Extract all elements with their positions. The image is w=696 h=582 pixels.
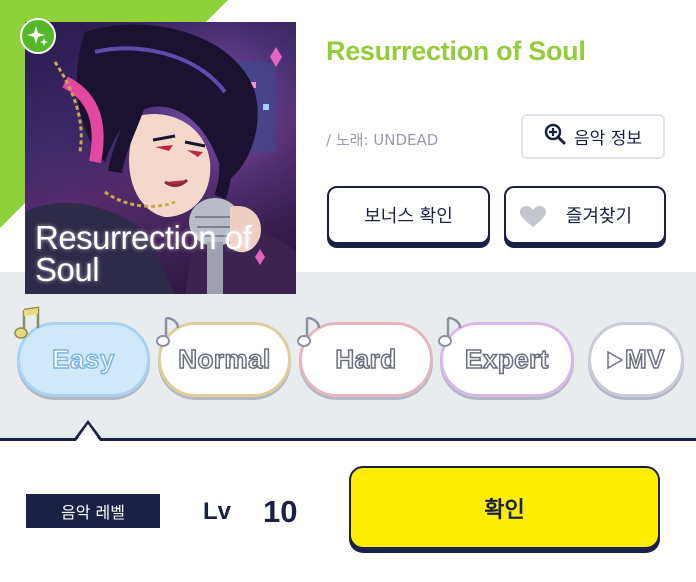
favorite-button[interactable]: 즐겨찾기 — [504, 186, 666, 244]
sparkle-icon — [20, 18, 56, 54]
confirm-label: 확인 — [484, 497, 525, 523]
confirm-button[interactable]: 확인 — [349, 466, 660, 549]
level-value: 10 — [263, 494, 298, 529]
song-jacket: Resurrection of Soul — [25, 22, 296, 294]
difficulty-expert-label: Expert — [464, 343, 549, 375]
difficulty-hard-label: Hard — [335, 343, 397, 375]
level-prefix: Lv — [203, 498, 232, 525]
mv-label: MV — [624, 343, 665, 375]
favorite-label: 즐겨찾기 — [565, 206, 633, 227]
music-note-icon — [297, 316, 321, 347]
magnifier-plus-icon — [544, 123, 566, 150]
music-note-icon — [156, 316, 180, 347]
difficulty-normal-label: Normal — [177, 343, 271, 375]
mv-button[interactable]: MV — [588, 322, 684, 397]
jacket-title: Resurrection of Soul — [35, 219, 252, 288]
heart-icon — [520, 206, 546, 233]
bonus-check-label: 보너스 확인 — [364, 206, 453, 227]
difficulty-easy-label: Easy — [51, 343, 115, 375]
bonus-check-button[interactable]: 보너스 확인 — [327, 186, 490, 244]
music-note-icon — [14, 306, 40, 339]
song-artist: / 노래: UNDEAD — [326, 131, 439, 149]
play-triangle-icon — [607, 350, 623, 369]
music-note-icon — [438, 316, 462, 347]
music-level-tag: 음악 레벨 — [26, 494, 160, 528]
song-title: Resurrection of Soul — [326, 36, 586, 66]
music-info-label: 음악 정보 — [574, 129, 642, 149]
divider-line — [0, 438, 696, 441]
music-info-button[interactable]: 음악 정보 — [521, 114, 665, 159]
